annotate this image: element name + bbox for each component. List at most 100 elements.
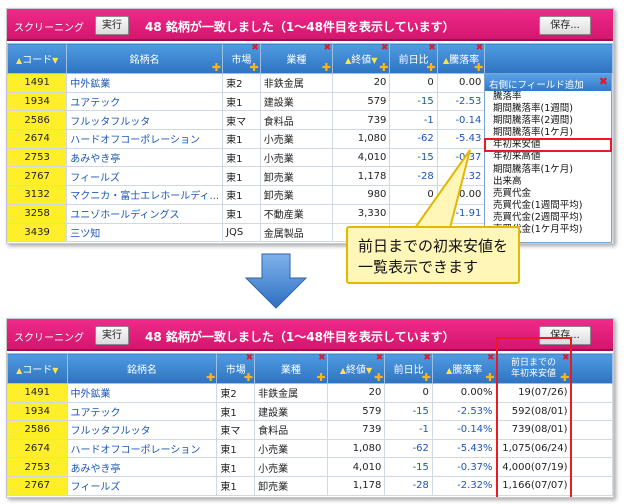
- stock-name-link[interactable]: ユアテック: [66, 401, 218, 422]
- col-header-industry[interactable]: 業種 ✖ ✚: [254, 353, 328, 384]
- add-column-icon[interactable]: ✚: [244, 372, 253, 383]
- remove-column-icon[interactable]: ✖: [476, 44, 484, 53]
- add-column-icon[interactable]: ✚: [316, 372, 325, 383]
- col-header-close[interactable]: ▲終値▼ ✖ ✚: [326, 353, 386, 384]
- field-option[interactable]: 売買代金(1週間平均): [485, 200, 611, 212]
- col-header-code[interactable]: ▲コード▼: [7, 353, 68, 384]
- cell-code: 3439: [7, 222, 68, 243]
- add-column-icon[interactable]: ✚: [322, 62, 331, 73]
- run-button[interactable]: 実行: [95, 326, 129, 345]
- field-option[interactable]: 出来高: [485, 176, 611, 188]
- add-column-icon[interactable]: ✚: [206, 372, 215, 383]
- cell-close: 4,010: [332, 147, 391, 168]
- add-column-icon[interactable]: ✚: [374, 372, 383, 383]
- stock-name-link[interactable]: フィールズ: [66, 166, 224, 187]
- close-icon[interactable]: ✖: [599, 75, 608, 88]
- cell-rate: -0.14%: [431, 420, 497, 440]
- remove-column-icon[interactable]: ✖: [376, 354, 384, 363]
- col-header-prev-diff[interactable]: 前日比 ✖ ✚: [384, 353, 433, 384]
- stock-name-link[interactable]: ユアテック: [66, 91, 224, 112]
- remove-column-icon[interactable]: ✖: [324, 44, 332, 53]
- remove-column-icon[interactable]: ✖: [423, 354, 431, 363]
- stock-name-link[interactable]: ユニゾホールディングス: [66, 203, 224, 224]
- remove-column-icon[interactable]: ✖: [246, 354, 254, 363]
- cell-rate: -2.32%: [431, 475, 497, 496]
- col-header-industry[interactable]: 業種 ✖ ✚: [259, 43, 334, 74]
- field-option[interactable]: 年初来高値: [485, 151, 611, 163]
- remove-column-icon[interactable]: ✖: [381, 44, 389, 53]
- field-option[interactable]: 期間騰落率(1週間): [485, 103, 611, 115]
- screening-panel-before: スクリーニング 実行 48 銘柄が一致しました（1～48件目を表示しています） …: [6, 8, 614, 244]
- add-column-icon[interactable]: ✚: [474, 62, 483, 73]
- remove-column-icon[interactable]: ✖: [428, 44, 436, 53]
- add-column-icon[interactable]: ✚: [379, 62, 388, 73]
- add-column-icon[interactable]: ✚: [427, 62, 436, 73]
- cell-market: 東1: [216, 401, 256, 422]
- col-header-market[interactable]: 市場 ✖ ✚: [222, 43, 261, 74]
- cell-code: 2674: [7, 129, 68, 149]
- sort-desc-icon[interactable]: ▼: [52, 366, 58, 375]
- cell-code: 2767: [7, 166, 68, 187]
- cell-close: 20: [326, 383, 386, 403]
- cell-empty: [570, 383, 613, 403]
- save-button[interactable]: 保存...: [539, 16, 591, 35]
- stock-name-link[interactable]: あみやき亭: [66, 457, 218, 477]
- field-option[interactable]: 期間騰落率(2週間): [485, 115, 611, 127]
- field-option[interactable]: 騰落率: [485, 91, 611, 103]
- cell-industry: 食料品: [254, 420, 328, 440]
- stock-name-link[interactable]: 中外鉱業: [66, 73, 224, 93]
- cell-industry: 卸売業: [259, 166, 334, 187]
- stock-name-link[interactable]: あみやき亭: [66, 147, 224, 168]
- cell-code: 2674: [7, 438, 68, 459]
- cell-industry: 建設業: [259, 91, 334, 112]
- col-header-change-rate[interactable]: ▲騰落率 ✖ ✚: [436, 43, 486, 74]
- field-option[interactable]: 期間騰落率(1ケ月): [485, 127, 611, 139]
- add-column-icon[interactable]: ✚: [422, 372, 431, 383]
- col-header-name[interactable]: 銘柄名 ✚: [66, 353, 218, 384]
- cell-close: 20: [332, 73, 391, 93]
- col-header-name[interactable]: 銘柄名 ✚: [66, 43, 224, 74]
- remove-column-icon[interactable]: ✖: [487, 354, 495, 363]
- cell-code: 3258: [7, 203, 68, 224]
- cell-diff: -15: [389, 91, 438, 112]
- field-option[interactable]: 売買代金(2週間平均): [485, 212, 611, 224]
- cell-market: 東1: [222, 129, 261, 149]
- field-option-selected[interactable]: 年初来安値: [484, 138, 612, 153]
- col-header-change-rate[interactable]: ▲騰落率 ✖ ✚: [431, 353, 497, 384]
- remove-column-icon[interactable]: ✖: [318, 354, 326, 363]
- stock-name-link[interactable]: マクニカ・富士エレホールディ...: [66, 185, 224, 205]
- col-header-market[interactable]: 市場 ✖ ✚: [216, 353, 256, 384]
- stock-name-link[interactable]: フィールズ: [66, 475, 218, 496]
- cell-diff: -28: [384, 475, 433, 496]
- stock-name-link[interactable]: フルッタフルッタ: [66, 110, 224, 131]
- toolbar-title: スクリーニング: [14, 23, 84, 34]
- stock-name-link[interactable]: 中外鉱業: [66, 383, 218, 403]
- col-header-code[interactable]: ▲コード▼: [7, 43, 68, 74]
- cell-market: 東1: [216, 438, 256, 459]
- sort-desc-icon[interactable]: ▼: [52, 56, 58, 65]
- sort-desc-icon[interactable]: ▼: [371, 56, 377, 65]
- cell-industry: 建設業: [254, 401, 328, 422]
- cell-industry: 金属製品: [259, 222, 334, 243]
- remove-column-icon[interactable]: ✖: [251, 44, 259, 53]
- add-column-icon[interactable]: ✚: [250, 62, 259, 73]
- col-header-close[interactable]: ▲終値▼ ✖ ✚: [332, 43, 391, 74]
- screening-panel-after: スクリーニング 実行 48 銘柄が一致しました（1～48件目を表示しています） …: [6, 318, 614, 498]
- stock-name-link[interactable]: ハードオフコーポレーション: [66, 129, 224, 149]
- cell-market: 東2: [216, 383, 256, 403]
- cell-rate: -2.53%: [431, 401, 497, 422]
- cell-code: 1934: [7, 91, 68, 112]
- cell-code: 2767: [7, 475, 68, 496]
- col-header-prev-diff[interactable]: 前日比 ✖ ✚: [389, 43, 438, 74]
- run-button[interactable]: 実行: [95, 16, 129, 35]
- match-count-text: 48 銘柄が一致しました（1～48件目を表示しています）: [145, 330, 455, 344]
- stock-name-link[interactable]: フルッタフルッタ: [66, 420, 218, 440]
- add-column-icon[interactable]: ✚: [485, 372, 494, 383]
- cell-diff: -1: [384, 420, 433, 440]
- field-option[interactable]: 期間騰落率(1ケ月): [485, 164, 611, 176]
- field-option[interactable]: 売買代金: [485, 188, 611, 200]
- add-column-icon[interactable]: ✚: [212, 62, 221, 73]
- stock-name-link[interactable]: 三ツ知: [66, 222, 224, 243]
- sort-desc-icon[interactable]: ▼: [366, 366, 372, 375]
- stock-name-link[interactable]: ハードオフコーポレーション: [66, 438, 218, 459]
